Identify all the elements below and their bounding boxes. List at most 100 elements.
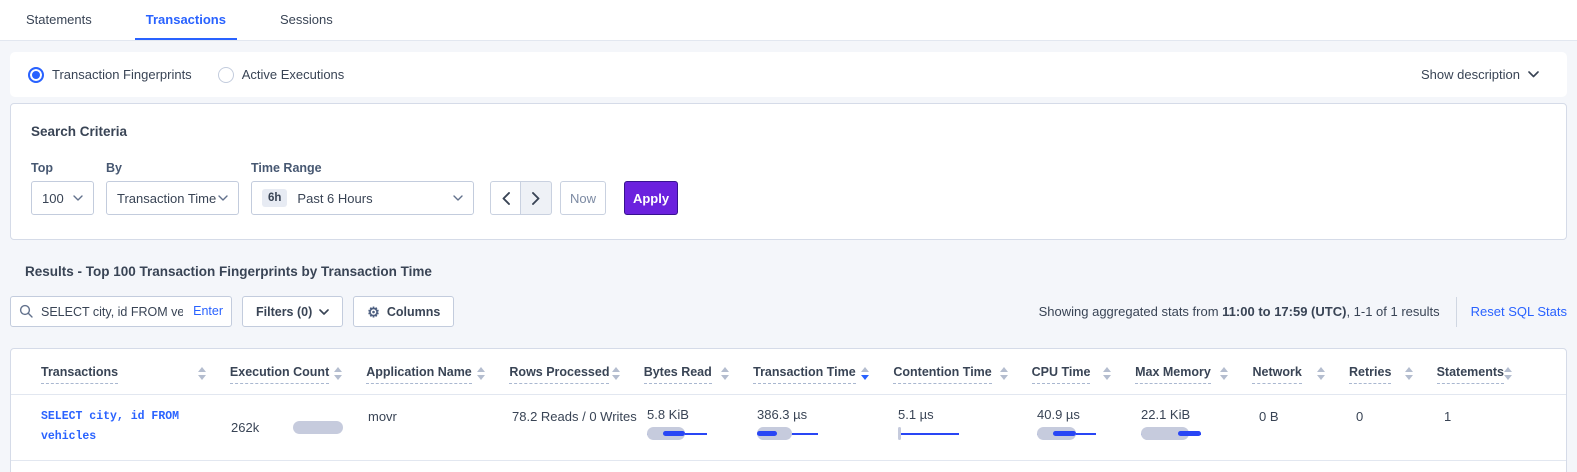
time-range-badge: 6h xyxy=(262,189,287,207)
search-criteria-card: Search Criteria Top 100 By Transaction T… xyxy=(10,103,1567,240)
time-prev-button[interactable] xyxy=(490,181,521,215)
column-header-label: Execution Count xyxy=(230,365,329,384)
column-header-label: Contention Time xyxy=(893,365,991,384)
cell-network: 0 B xyxy=(1259,407,1356,447)
column-header-label: Bytes Read xyxy=(644,365,712,384)
column-header-network[interactable]: Network xyxy=(1252,365,1349,384)
sort-icon[interactable] xyxy=(477,367,485,380)
bar-highlight-segment xyxy=(1053,431,1076,436)
column-header-retries[interactable]: Retries xyxy=(1349,365,1437,384)
vertical-divider xyxy=(1456,297,1457,327)
column-header-transactions[interactable]: Transactions xyxy=(41,365,230,384)
time-range-field: Time Range 6h Past 6 Hours xyxy=(251,161,474,215)
stats-group: Showing aggregated stats from 11:00 to 1… xyxy=(1039,297,1567,327)
time-range-select[interactable]: 6h Past 6 Hours xyxy=(251,181,474,215)
filters-label: Filters (0) xyxy=(256,305,312,319)
cell-cpu_time: 40.9 µs xyxy=(1037,407,1141,447)
sort-icon[interactable] xyxy=(612,367,620,380)
tab-sessions[interactable]: Sessions xyxy=(269,0,344,40)
table-header-row: Transactions Execution Count Application N… xyxy=(11,349,1566,395)
cell-execution_count: 262k xyxy=(231,407,368,447)
column-header-statements[interactable]: Statements xyxy=(1437,365,1536,384)
column-header-execution_count[interactable]: Execution Count xyxy=(230,365,366,384)
transaction_time-value: 386.3 µs xyxy=(757,407,898,422)
filters-button[interactable]: Filters (0) xyxy=(242,296,343,327)
show-description-toggle[interactable]: Show description xyxy=(1421,67,1539,82)
radio-unselected-icon[interactable] xyxy=(218,67,234,83)
column-header-label: Transaction Time xyxy=(753,365,856,384)
columns-label: Columns xyxy=(387,305,440,319)
sort-icon[interactable] xyxy=(1000,367,1008,380)
bar-highlight-segment xyxy=(757,431,777,436)
execution-count-value: 262k xyxy=(231,420,259,435)
bar-mean xyxy=(293,421,343,434)
sort-icon[interactable] xyxy=(198,367,206,380)
columns-button[interactable]: ⚙ Columns xyxy=(353,296,454,327)
column-header-application_name[interactable]: Application Name xyxy=(366,365,509,384)
column-header-rows_processed[interactable]: Rows Processed xyxy=(509,365,643,384)
tab-transactions[interactable]: Transactions xyxy=(135,0,237,40)
column-header-label: Statements xyxy=(1437,365,1504,384)
column-header-label: CPU Time xyxy=(1032,365,1091,384)
chevron-left-icon xyxy=(502,192,510,205)
column-header-label: Max Memory xyxy=(1135,365,1211,384)
network-value: 0 B xyxy=(1259,407,1356,424)
sort-icon[interactable] xyxy=(334,367,342,380)
search-box: Enter xyxy=(10,296,232,327)
retries-value: 0 xyxy=(1356,407,1444,424)
cell-transaction_time: 386.3 µs xyxy=(757,407,898,447)
contention_time-value: 5.1 µs xyxy=(898,407,1037,422)
max_memory-bar xyxy=(1141,427,1201,440)
cell-retries: 0 xyxy=(1356,407,1444,447)
time-range-label: Time Range xyxy=(251,161,474,175)
rows_processed-value: 78.2 Reads / 0 Writes xyxy=(512,407,647,424)
radio-selected-icon[interactable] xyxy=(28,67,44,83)
cell-max_memory: 22.1 KiB xyxy=(1141,407,1259,447)
column-header-bytes_read[interactable]: Bytes Read xyxy=(644,365,753,384)
top-select[interactable]: 100 xyxy=(31,181,94,215)
sort-icon[interactable] xyxy=(1504,367,1512,380)
sort-icon[interactable] xyxy=(1317,367,1325,380)
transaction_time-bar xyxy=(757,427,818,440)
view-toggle-row: Transaction Fingerprints Active Executio… xyxy=(10,52,1567,97)
transactions-table-card: Transactions Execution Count Application N… xyxy=(10,348,1567,472)
top-field: Top 100 xyxy=(31,161,94,215)
search-enter-hint[interactable]: Enter xyxy=(193,304,223,318)
top-label: Top xyxy=(31,161,94,175)
results-controls-row: Enter Filters (0) ⚙ Columns Showing aggr… xyxy=(0,296,1577,327)
column-header-transaction_time[interactable]: Transaction Time xyxy=(753,365,893,384)
sort-icon[interactable] xyxy=(721,367,729,380)
top-value: 100 xyxy=(42,191,64,206)
by-field: By Transaction Time xyxy=(106,161,239,215)
radio-transaction-fingerprints[interactable]: Transaction Fingerprints xyxy=(28,67,192,83)
chevron-down-icon xyxy=(453,195,463,201)
gear-icon: ⚙ xyxy=(367,305,380,319)
sort-icon[interactable] xyxy=(861,367,869,380)
sort-icon[interactable] xyxy=(1220,367,1228,380)
column-header-max_memory[interactable]: Max Memory xyxy=(1135,365,1252,384)
table-row: SELECT city, id FROM vehicles 262k movr78.… xyxy=(11,395,1566,461)
now-button[interactable]: Now xyxy=(560,181,606,215)
time-next-button[interactable] xyxy=(521,181,552,215)
max_memory-value: 22.1 KiB xyxy=(1141,407,1259,422)
sort-icon[interactable] xyxy=(1103,367,1111,380)
time-range-value: Past 6 Hours xyxy=(297,191,372,206)
radio-active-executions[interactable]: Active Executions xyxy=(218,67,345,83)
bar-highlight-segment xyxy=(1178,431,1201,436)
transaction-fingerprint-link[interactable]: SELECT city, id FROM vehicles xyxy=(41,407,211,447)
reset-sql-stats-link[interactable]: Reset SQL Stats xyxy=(1471,304,1567,319)
column-header-label: Transactions xyxy=(41,365,118,384)
radio-label: Transaction Fingerprints xyxy=(52,67,192,82)
column-header-cpu_time[interactable]: CPU Time xyxy=(1032,365,1135,384)
by-select[interactable]: Transaction Time xyxy=(106,181,239,215)
cell-transactions: SELECT city, id FROM vehicles xyxy=(41,407,231,447)
tab-statements[interactable]: Statements xyxy=(15,0,103,40)
chevron-right-icon xyxy=(532,192,540,205)
cell-contention_time: 5.1 µs xyxy=(898,407,1037,447)
bar-mean xyxy=(898,427,901,440)
apply-button[interactable]: Apply xyxy=(624,181,678,215)
sort-icon[interactable] xyxy=(1405,367,1413,380)
column-header-contention_time[interactable]: Contention Time xyxy=(893,365,1031,384)
cell-application_name: movr xyxy=(368,407,512,447)
show-description-label: Show description xyxy=(1421,67,1520,82)
